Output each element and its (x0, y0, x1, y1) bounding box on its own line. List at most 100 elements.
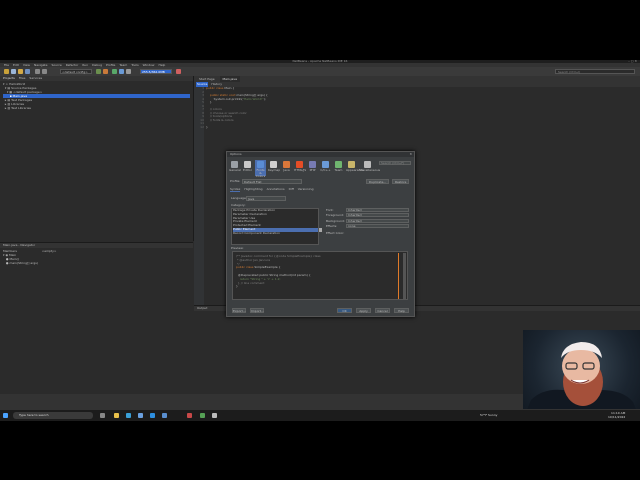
redo-icon[interactable] (42, 69, 47, 74)
prop-label: Effects: (326, 224, 338, 229)
keymap-icon (270, 161, 277, 168)
category-general[interactable]: General (229, 160, 241, 176)
memory-indicator[interactable]: 255.5/362.0MB (140, 69, 172, 74)
code-line: System.out.println("Hello World!"); (206, 96, 268, 102)
background-select[interactable]: Inherited (346, 218, 409, 223)
dialog-title: Options (230, 152, 242, 156)
profile-icon[interactable] (126, 69, 131, 74)
list-item[interactable]: Record Component Declaration (233, 231, 318, 236)
import-button[interactable]: Import... (250, 308, 264, 313)
foreground-select[interactable]: Inherited (346, 213, 409, 218)
search-input[interactable]: Search (Ctrl+I) (555, 69, 635, 74)
category-label: PHP (309, 168, 316, 172)
category-team[interactable]: Team (333, 160, 344, 176)
terminal-icon[interactable] (212, 413, 217, 418)
ok-button[interactable]: OK (337, 308, 352, 313)
gc-icon[interactable] (176, 69, 181, 74)
vscode-icon[interactable] (150, 413, 155, 418)
mail-icon[interactable] (162, 413, 167, 418)
preview-scrollbar[interactable] (403, 253, 406, 299)
tree-label: Test Libraries (11, 106, 31, 110)
tab-projects[interactable]: Projects (3, 76, 15, 81)
close-icon[interactable]: ✕ (409, 152, 412, 157)
new-file-icon[interactable] (11, 69, 16, 74)
taskview-icon[interactable] (100, 413, 105, 418)
tab-diff[interactable]: Diff (289, 187, 294, 192)
build-icon[interactable] (96, 69, 101, 74)
category-label: HTML/JS (294, 168, 307, 172)
tab-annotations[interactable]: Annotations (267, 187, 285, 192)
category-label: General (229, 168, 241, 172)
category-java[interactable]: Java (281, 160, 292, 176)
team-icon (335, 161, 342, 168)
html5-icon (296, 161, 303, 168)
category-list[interactable]: Package Private Declaration Parameter De… (231, 208, 319, 245)
duplicate-button[interactable]: Duplicate... (366, 179, 390, 184)
store-icon[interactable] (138, 413, 143, 418)
gear-icon (231, 161, 238, 168)
code-string: "Hello World!" (242, 96, 264, 101)
apply-button[interactable]: Apply (356, 308, 371, 313)
tab-services[interactable]: Services (29, 76, 42, 81)
tab-files[interactable]: Files (19, 76, 26, 81)
category-editor[interactable]: Editor (242, 160, 253, 176)
effects-select[interactable]: none (346, 224, 409, 229)
line-number: 12 (200, 124, 204, 129)
config-combo[interactable]: <default config> (60, 69, 92, 74)
category-scrollbar[interactable] (319, 228, 322, 232)
restore-button[interactable]: Restore (392, 179, 410, 184)
notepad-icon[interactable] (200, 413, 205, 418)
category-html-js[interactable]: HTML/JS (294, 160, 307, 176)
profile-select[interactable]: Default Flat (242, 179, 302, 184)
navigator-panel: Main.java - Navigator Members <empty> ▾ … (0, 242, 193, 395)
weather-widget[interactable]: 57°F Sunny (480, 413, 497, 418)
members-filter[interactable]: <empty> (42, 249, 57, 253)
new-project-icon[interactable] (4, 69, 9, 74)
code-line: } (206, 124, 268, 130)
save-all-icon[interactable] (25, 69, 30, 74)
language-select[interactable]: Java (246, 196, 286, 201)
netbeans-icon[interactable] (187, 413, 192, 418)
export-button[interactable]: Export... (232, 308, 246, 313)
tab-highlighting[interactable]: Highlighting (244, 187, 262, 192)
help-button[interactable]: Help (394, 308, 409, 313)
category-label: Category: (231, 203, 246, 207)
category-misc[interactable]: Miscellaneous (359, 160, 380, 176)
cancel-button[interactable]: Cancel (375, 308, 390, 313)
windows-icon[interactable] (3, 413, 8, 418)
edge-icon[interactable] (126, 413, 131, 418)
run-icon[interactable] (112, 69, 117, 74)
tree-item-test-libraries[interactable]: ▸ ▥ Test Libraries (3, 106, 190, 110)
taskbar-search[interactable]: Type here to search (13, 412, 93, 419)
preview-keyword: public class (236, 265, 255, 270)
category-label: Java (283, 168, 290, 172)
clean-build-icon[interactable] (103, 69, 108, 74)
tab-versioning[interactable]: Versioning (298, 187, 314, 192)
category-appearance[interactable]: Appearance (346, 160, 364, 176)
effect-color-select[interactable] (346, 230, 409, 234)
category-keymap[interactable]: Keymap (268, 160, 280, 176)
prop-row: Effect Color: (326, 230, 409, 236)
tab-main-java[interactable]: Main.java (219, 76, 240, 82)
navigator-item[interactable]: ● main(String[] args) (3, 261, 190, 265)
category-cpp[interactable]: C/C++ (320, 160, 331, 176)
font-select[interactable]: Inherited (346, 208, 409, 212)
category-fonts-colors[interactable]: Fonts & Colors (255, 160, 266, 178)
undo-icon[interactable] (35, 69, 40, 74)
preview-label: Preview: (231, 246, 244, 250)
palette-icon (257, 161, 264, 168)
code-text[interactable]: public class Main { public static void m… (206, 86, 268, 130)
options-search-input[interactable]: Search (Ctrl+F) (379, 161, 411, 165)
language-row: Language: Java (231, 196, 286, 201)
preview-line: } (236, 284, 238, 289)
tab-syntax[interactable]: Syntax (230, 187, 241, 192)
category-php[interactable]: PHP (307, 160, 318, 176)
code-token: } (206, 124, 208, 129)
debug-icon[interactable] (119, 69, 124, 74)
projects-panel: Projects Files Services ▾ ☕ HelloWorld ▾… (0, 76, 194, 241)
editor-icon (244, 161, 251, 168)
explorer-icon[interactable] (114, 413, 119, 418)
system-clock[interactable]: 11:10 AM 10/11/2022 (608, 411, 625, 419)
open-project-icon[interactable] (18, 69, 23, 74)
style-properties: Font: Inherited Foreground: Inherited Back… (326, 208, 409, 236)
